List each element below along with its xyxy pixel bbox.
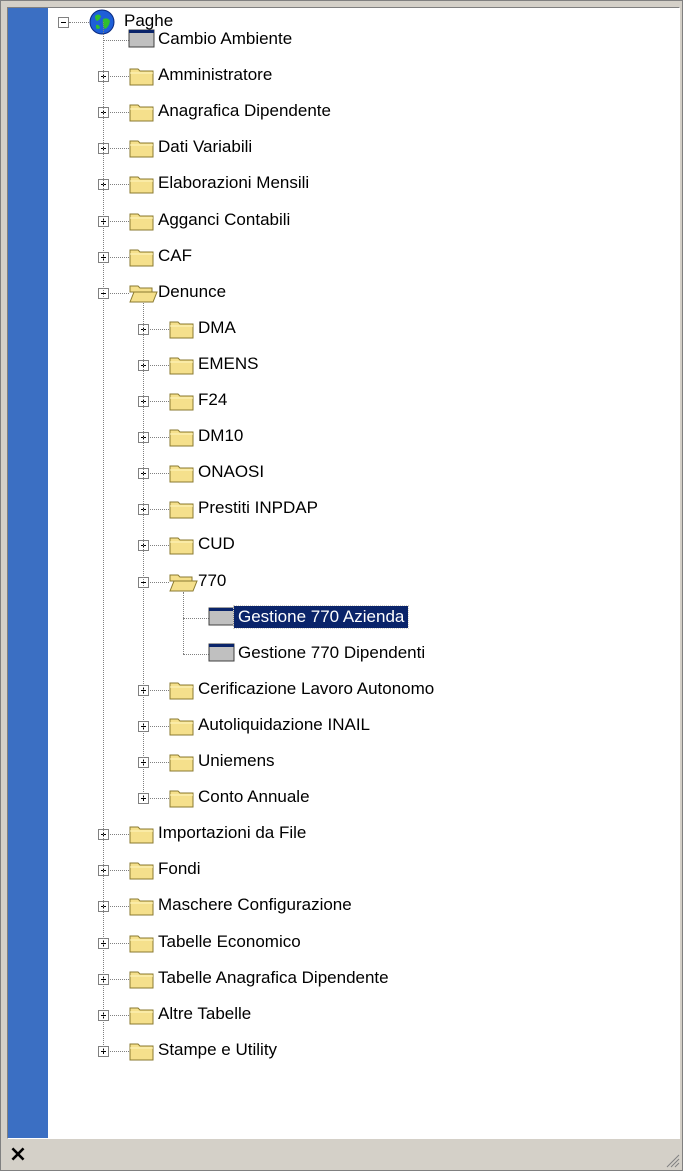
tree-item-label[interactable]: EMENS <box>194 353 262 375</box>
folder-icon <box>168 678 196 707</box>
tree-item-label[interactable]: Gestione 770 Dipendenti <box>234 642 429 664</box>
folder-icon <box>168 425 196 454</box>
tree-item-label[interactable]: Tabelle Anagrafica Dipendente <box>154 967 393 989</box>
folder-icon <box>128 931 156 960</box>
tree-item-label[interactable]: DM10 <box>194 425 247 447</box>
tree-item-label[interactable]: Cambio Ambiente <box>154 28 296 50</box>
tree-item-label[interactable]: Prestiti INPDAP <box>194 497 322 519</box>
tree-connector <box>103 40 129 41</box>
tree-item-label[interactable]: Autoliquidazione INAIL <box>194 714 374 736</box>
folder-icon <box>128 822 156 851</box>
folder-icon <box>128 136 156 165</box>
resize-grip-icon[interactable] <box>664 1152 680 1168</box>
folder-icon <box>168 750 196 779</box>
menu-tree: Paghe Cambio Ambiente Amministratore Anagra… <box>48 8 679 1138</box>
tree-item-label[interactable]: 770 <box>194 570 230 592</box>
tree-item-label[interactable]: ONAOSI <box>194 461 268 483</box>
folder-icon <box>128 1003 156 1032</box>
globe-icon <box>88 8 116 41</box>
tree-item-label[interactable]: Agganci Contabili <box>154 209 294 231</box>
folder-icon <box>168 497 196 526</box>
tree-item-label[interactable]: Gestione 770 Azienda <box>232 604 410 629</box>
folder-icon <box>168 714 196 743</box>
folder-icon <box>168 461 196 490</box>
folder-icon <box>128 100 156 129</box>
tree-item-label[interactable]: Dati Variabili <box>154 136 256 158</box>
folder-icon <box>168 786 196 815</box>
folder-icon <box>128 967 156 996</box>
folder-icon <box>128 209 156 238</box>
tree-item-label[interactable]: Uniemens <box>194 750 279 772</box>
tree-connector <box>183 653 209 655</box>
tree-item-label[interactable]: Denunce <box>154 281 230 303</box>
tree-guide <box>143 302 144 799</box>
tree-item-label[interactable]: F24 <box>194 389 231 411</box>
form-icon <box>208 642 236 669</box>
folder-icon <box>168 533 196 562</box>
folder-icon <box>128 172 156 201</box>
folder-icon <box>128 245 156 274</box>
folder-icon <box>168 353 196 382</box>
tree-item-label[interactable]: Conto Annuale <box>194 786 314 808</box>
tree-item-label[interactable]: Maschere Configurazione <box>154 894 356 916</box>
folder-icon <box>128 1039 156 1068</box>
form-icon <box>128 28 156 55</box>
status-bar: × <box>1 1140 682 1170</box>
side-strip <box>8 8 48 1138</box>
close-button[interactable]: × <box>7 1144 29 1166</box>
tree-item-label[interactable]: CAF <box>154 245 196 267</box>
tree-item-label[interactable]: DMA <box>194 317 240 339</box>
tree-item-label[interactable]: Elaborazioni Mensili <box>154 172 313 194</box>
tree-item-label[interactable]: Stampe e Utility <box>154 1039 281 1061</box>
form-icon <box>208 606 236 633</box>
tree-item-label[interactable]: Cerificazione Lavoro Autonomo <box>194 678 438 700</box>
tree-item-label[interactable]: Fondi <box>154 858 205 880</box>
tree-item-label[interactable]: Tabelle Economico <box>154 931 305 953</box>
tree-panel: Paghe Cambio Ambiente Amministratore Anagra… <box>7 7 680 1139</box>
folder-icon <box>168 317 196 346</box>
tree-item-label[interactable]: Amministratore <box>154 64 276 86</box>
tree-item-label[interactable]: CUD <box>194 533 239 555</box>
folder-icon <box>128 894 156 923</box>
folder-icon <box>128 64 156 93</box>
tree-item-label[interactable]: Altre Tabelle <box>154 1003 255 1025</box>
folder-icon <box>168 389 196 418</box>
tree-connector <box>183 617 209 619</box>
collapse-icon[interactable] <box>58 17 69 28</box>
tree-window: Paghe Cambio Ambiente Amministratore Anagra… <box>0 0 683 1171</box>
tree-item-label[interactable]: Anagrafica Dipendente <box>154 100 335 122</box>
folder-icon <box>128 858 156 887</box>
tree-guide <box>103 22 104 1051</box>
tree-guide <box>183 591 184 654</box>
tree-item-label[interactable]: Importazioni da File <box>154 822 310 844</box>
